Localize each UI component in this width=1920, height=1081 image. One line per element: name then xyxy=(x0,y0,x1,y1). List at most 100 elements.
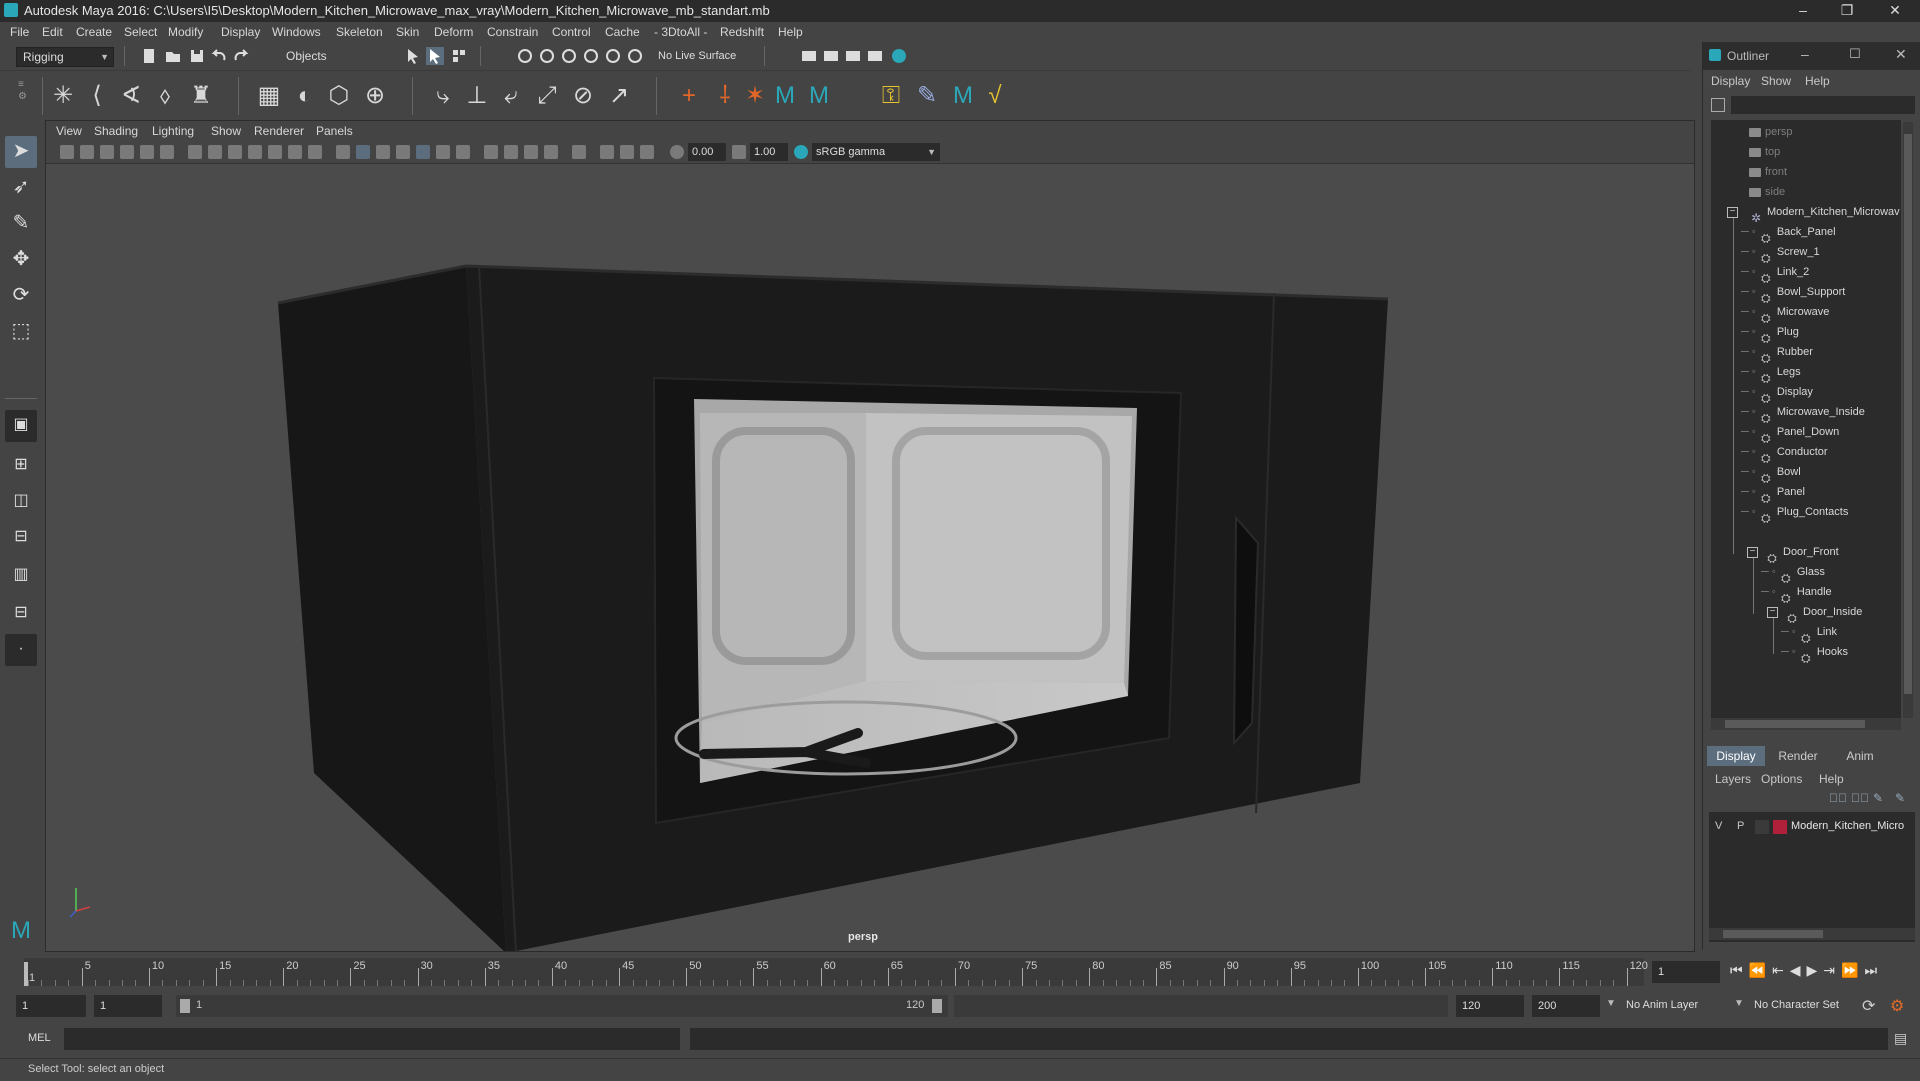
color-management-icon[interactable] xyxy=(794,145,808,159)
paint-weights-icon[interactable]: ✶ xyxy=(740,81,770,111)
script-editor-icon[interactable]: ▤ xyxy=(1894,1030,1907,1047)
collapse-icon[interactable]: − xyxy=(1767,607,1778,618)
layer-reference-toggle[interactable] xyxy=(1755,820,1769,834)
select-hierarchy-icon[interactable] xyxy=(404,47,422,65)
outliner-item[interactable]: ─ ◦ ⛭ Rubber xyxy=(1741,342,1813,365)
pole-vector-icon[interactable]: ↗ xyxy=(604,81,634,111)
menu-select[interactable]: Select xyxy=(124,25,157,39)
outliner-search-input[interactable] xyxy=(1731,96,1915,114)
outliner-item[interactable]: ─ ◦ ⛭ Panel_Down xyxy=(1741,422,1839,445)
outliner-item-door-inside[interactable]: ⛭ Door_Inside xyxy=(1785,602,1862,625)
vp-menu-lighting[interactable]: Lighting xyxy=(152,124,194,138)
exposure-icon[interactable] xyxy=(670,145,684,159)
end-time-field[interactable]: 200 xyxy=(1532,995,1600,1017)
menu-help[interactable]: Help xyxy=(778,25,803,39)
menu-cache[interactable]: Cache xyxy=(605,25,640,39)
render-view-icon[interactable] xyxy=(800,47,818,65)
scale-tool-icon[interactable]: ⬚ xyxy=(5,316,37,348)
camera-attributes-icon[interactable] xyxy=(80,145,94,159)
time-slider-track[interactable]: 1 5 10 15 20 25 30 35 40 45 50 55 60 65 70 75 80 85 90 95 1… xyxy=(24,958,1648,986)
current-frame-field[interactable]: 1 xyxy=(1652,961,1720,983)
menu-control[interactable]: Control xyxy=(552,25,591,39)
scene-render[interactable] xyxy=(46,163,1694,951)
anti-aliasing-icon[interactable] xyxy=(524,145,538,159)
vp-menu-renderer[interactable]: Renderer xyxy=(254,124,304,138)
menu-skin[interactable]: Skin xyxy=(396,25,419,39)
persp-outliner-layout-icon[interactable]: ▥ xyxy=(5,560,37,592)
character-set-dropdown[interactable]: No Character Set xyxy=(1754,999,1839,1011)
time-slider[interactable]: 1 5 10 15 20 25 30 35 40 45 50 55 60 65 70 75 80 85 90 95 1… xyxy=(0,952,1920,990)
outliner-item[interactable]: ─ ◦ ⛭ Microwave_Inside xyxy=(1741,402,1865,425)
bookmark-icon[interactable] xyxy=(100,145,114,159)
menu-file[interactable]: File xyxy=(10,25,29,39)
outliner-tree[interactable]: persp top front side − ✲ Modern_Kitchen_M… xyxy=(1711,120,1901,718)
tab-render[interactable]: Render xyxy=(1769,746,1827,766)
smooth-shade-icon[interactable] xyxy=(356,145,370,159)
outliner-item[interactable]: ─ ◦ ⛭ Screw_1 xyxy=(1741,242,1820,265)
motion-blur-icon[interactable] xyxy=(504,145,518,159)
menu-display[interactable]: Display xyxy=(221,25,260,39)
playback-controls[interactable]: ⏮⏪⇤◀▶⇥⏩⏭ xyxy=(1730,962,1883,979)
bind-skin-icon[interactable]: ⸸ xyxy=(710,81,740,111)
outliner-close-icon[interactable]: ✕ xyxy=(1895,46,1907,63)
menu-windows[interactable]: Windows xyxy=(272,25,321,39)
snap-curve-icon[interactable] xyxy=(538,47,556,65)
image-plane-icon[interactable] xyxy=(120,145,134,159)
outliner-horizontal-scrollbar[interactable] xyxy=(1711,718,1901,730)
layer-visibility-toggle[interactable]: V xyxy=(1715,820,1722,832)
ipr-render-icon[interactable] xyxy=(844,47,862,65)
selection-mode-dropdown[interactable]: Objects xyxy=(280,47,380,67)
scrollbar-thumb[interactable] xyxy=(1723,930,1823,938)
outliner-menu-show[interactable]: Show xyxy=(1761,74,1791,88)
lasso-tool-icon[interactable]: ➶ xyxy=(5,172,37,204)
outliner-item[interactable]: ─ ◦ ⛭ Bowl_Support xyxy=(1741,282,1845,305)
paint-skin-icon[interactable]: ✎ xyxy=(912,81,942,111)
four-view-layout-icon[interactable]: ⊞ xyxy=(5,450,37,482)
single-view-layout-icon[interactable]: ▣ xyxy=(5,410,37,442)
redo-icon[interactable] xyxy=(232,47,250,65)
menu-edit[interactable]: Edit xyxy=(42,25,63,39)
new-layer-icon[interactable]: ✎ xyxy=(1873,791,1883,805)
side-by-side-layout-icon[interactable]: ◫ xyxy=(5,486,37,518)
tab-display[interactable]: Display xyxy=(1707,746,1765,766)
locator-icon[interactable]: + xyxy=(674,81,704,111)
wrap-deformer-icon[interactable]: ⬡ xyxy=(324,81,354,111)
layer-horizontal-scrollbar[interactable] xyxy=(1709,928,1915,940)
tab-anim[interactable]: Anim xyxy=(1831,746,1889,766)
depth-of-field-icon[interactable] xyxy=(544,145,558,159)
quick-rig-icon[interactable]: M xyxy=(948,81,978,111)
shelf-extra-icon[interactable]: √ xyxy=(980,81,1010,111)
use-all-lights-icon[interactable] xyxy=(436,145,450,159)
snap-point-icon[interactable] xyxy=(560,47,578,65)
outliner-item[interactable]: ─ ◦ ⛭ Back_Panel xyxy=(1741,222,1836,245)
menu-constrain[interactable]: Constrain xyxy=(487,25,538,39)
outliner-minimize-icon[interactable]: – xyxy=(1801,46,1809,62)
outliner-item[interactable]: ─ ◦ ⛭ Panel xyxy=(1741,482,1805,505)
open-scene-icon[interactable] xyxy=(164,47,182,65)
move-layer-down-icon[interactable]: ◂⃝ xyxy=(1851,791,1869,805)
minimize-icon[interactable]: – xyxy=(1782,0,1824,22)
outliner-item[interactable]: ─ ◦ ⛭ Plug_Contacts xyxy=(1741,502,1848,525)
layer-color-swatch[interactable] xyxy=(1773,820,1787,834)
move-layer-up-icon[interactable]: ◂⃝ xyxy=(1829,791,1847,805)
textured-icon[interactable] xyxy=(416,145,430,159)
menu-modify[interactable]: Modify xyxy=(168,25,203,39)
cluster-icon[interactable]: ◐ xyxy=(290,81,320,111)
layer-list[interactable]: V P Modern_Kitchen_Micro xyxy=(1709,812,1915,942)
snap-grid-icon[interactable] xyxy=(516,47,534,65)
outliner-maximize-icon[interactable]: ☐ xyxy=(1849,46,1861,62)
ik-spline-icon[interactable]: ∢ xyxy=(116,81,146,111)
gamma-icon[interactable] xyxy=(732,145,746,159)
hik-character-icon[interactable]: M xyxy=(770,81,800,111)
xray-active-icon[interactable] xyxy=(620,145,634,159)
xray-joints-icon[interactable] xyxy=(640,145,654,159)
command-input[interactable] xyxy=(64,1028,680,1050)
range-slider[interactable]: 1 120 xyxy=(176,995,948,1017)
playback-end-field[interactable]: 120 xyxy=(1456,995,1524,1017)
outliner-item[interactable]: ─ ◦ ⛭ Glass xyxy=(1761,562,1825,585)
layer-row[interactable]: V P Modern_Kitchen_Micro xyxy=(1709,818,1915,836)
outliner-root-group[interactable]: ✲ Modern_Kitchen_Microwav xyxy=(1749,202,1900,225)
lattice-icon[interactable]: ▦ xyxy=(254,81,284,111)
outliner-menu-display[interactable]: Display xyxy=(1711,74,1750,88)
scrollbar-thumb[interactable] xyxy=(1725,720,1865,728)
